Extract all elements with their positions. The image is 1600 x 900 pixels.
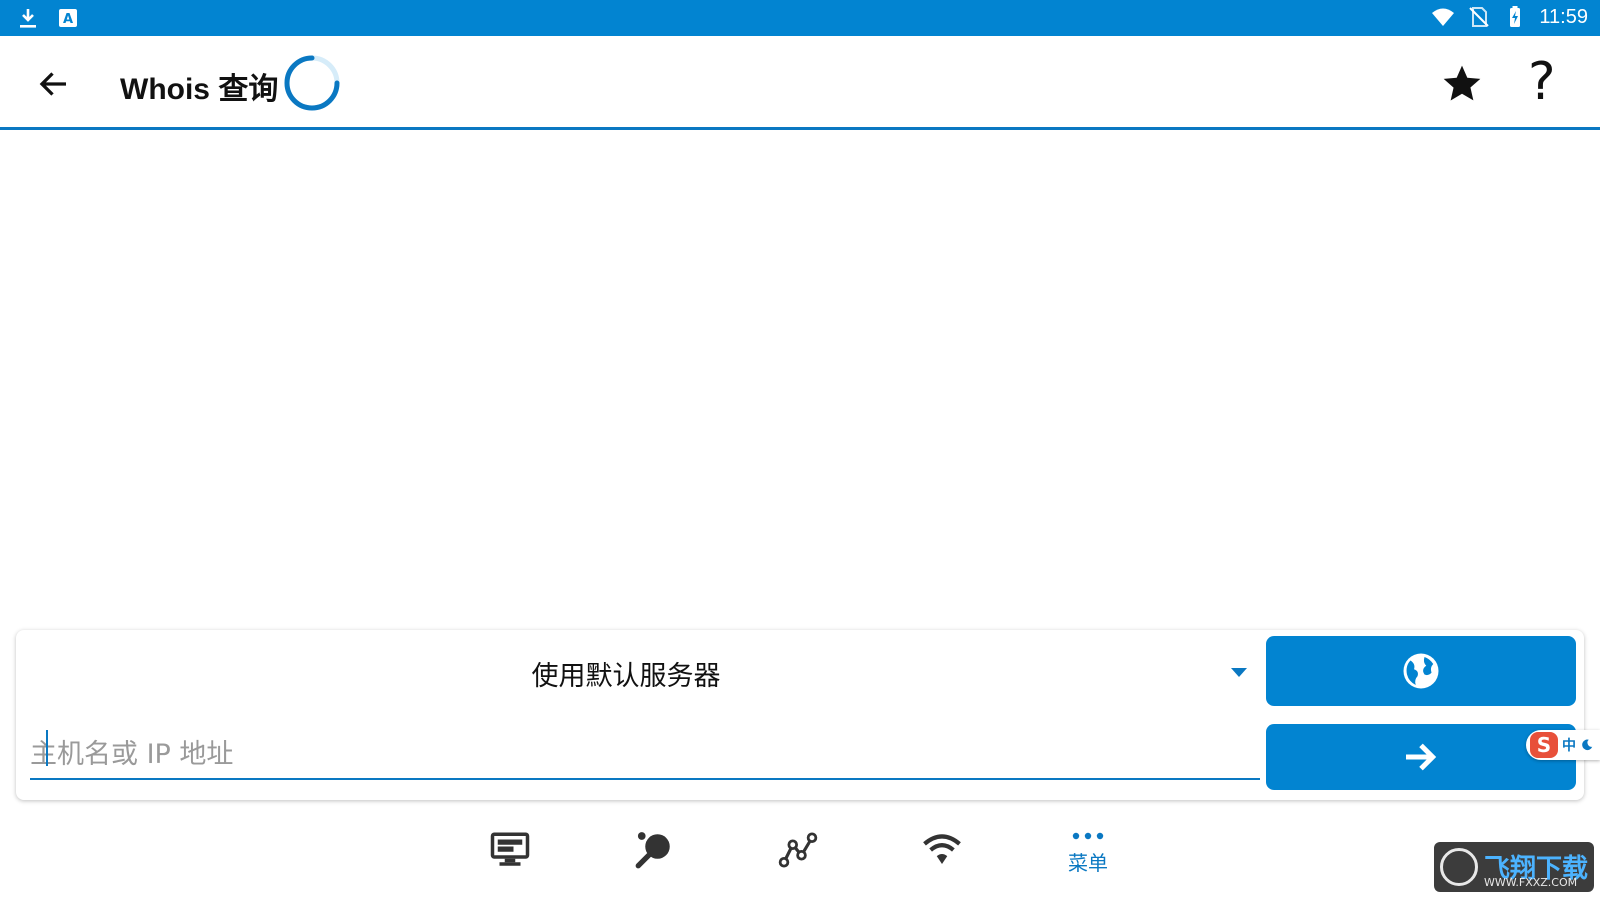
bottom-navigation: 菜单 — [0, 815, 1600, 900]
no-sim-icon — [1469, 7, 1490, 27]
nav-item-wifi[interactable] — [912, 829, 972, 889]
nav-item-ping[interactable] — [624, 829, 684, 889]
nav-item-menu-label: 菜单 — [1068, 851, 1108, 875]
wifi-icon — [923, 834, 961, 864]
ime-logo-icon: S — [1530, 732, 1558, 758]
moon-icon — [1582, 739, 1593, 751]
ime-mode: 中 — [1562, 738, 1576, 754]
status-bar: A 11:59 — [0, 0, 1600, 36]
text-caret — [46, 730, 48, 766]
loading-spinner-icon — [284, 55, 340, 111]
monitor-icon — [490, 832, 530, 866]
arrow-left-icon[interactable] — [36, 66, 72, 102]
globe-icon — [1403, 653, 1439, 689]
page-title: Whois 查询 — [120, 73, 279, 106]
arrow-right-icon — [1406, 743, 1437, 771]
status-time: 11:59 — [1539, 5, 1588, 28]
query-card: 使用默认服务器 — [16, 630, 1584, 800]
svg-text:A: A — [63, 12, 73, 27]
star-icon[interactable] — [1440, 62, 1484, 106]
route-graph-icon — [778, 832, 818, 868]
lookup-server-button[interactable] — [1266, 636, 1576, 706]
server-select[interactable]: 使用默认服务器 — [26, 640, 1256, 700]
help-button[interactable]: ? — [1528, 54, 1556, 110]
download-icon — [20, 9, 36, 28]
more-dots-icon — [1072, 832, 1104, 840]
ime-badge[interactable]: S 中 — [1526, 730, 1600, 760]
host-input[interactable] — [30, 730, 1260, 780]
watermark-logo-icon — [1440, 848, 1478, 886]
dropdown-arrow-icon — [1231, 668, 1247, 677]
watermark-url: WWW.FXXZ.COM — [1484, 876, 1578, 889]
app-toolbar: Whois 查询 ? — [0, 36, 1600, 130]
ping-pong-icon — [635, 832, 670, 869]
battery-charging-icon — [1510, 6, 1521, 27]
nav-item-monitor[interactable] — [480, 829, 540, 889]
nav-item-menu[interactable]: 菜单 — [1058, 829, 1118, 889]
server-select-value: 使用默认服务器 — [531, 661, 721, 692]
wifi-icon — [1432, 8, 1455, 26]
nav-item-traceroute[interactable] — [768, 829, 828, 889]
watermark: 飞翔下载 WWW.FXXZ.COM — [1434, 842, 1594, 892]
keyboard-a-icon: A — [59, 9, 77, 27]
